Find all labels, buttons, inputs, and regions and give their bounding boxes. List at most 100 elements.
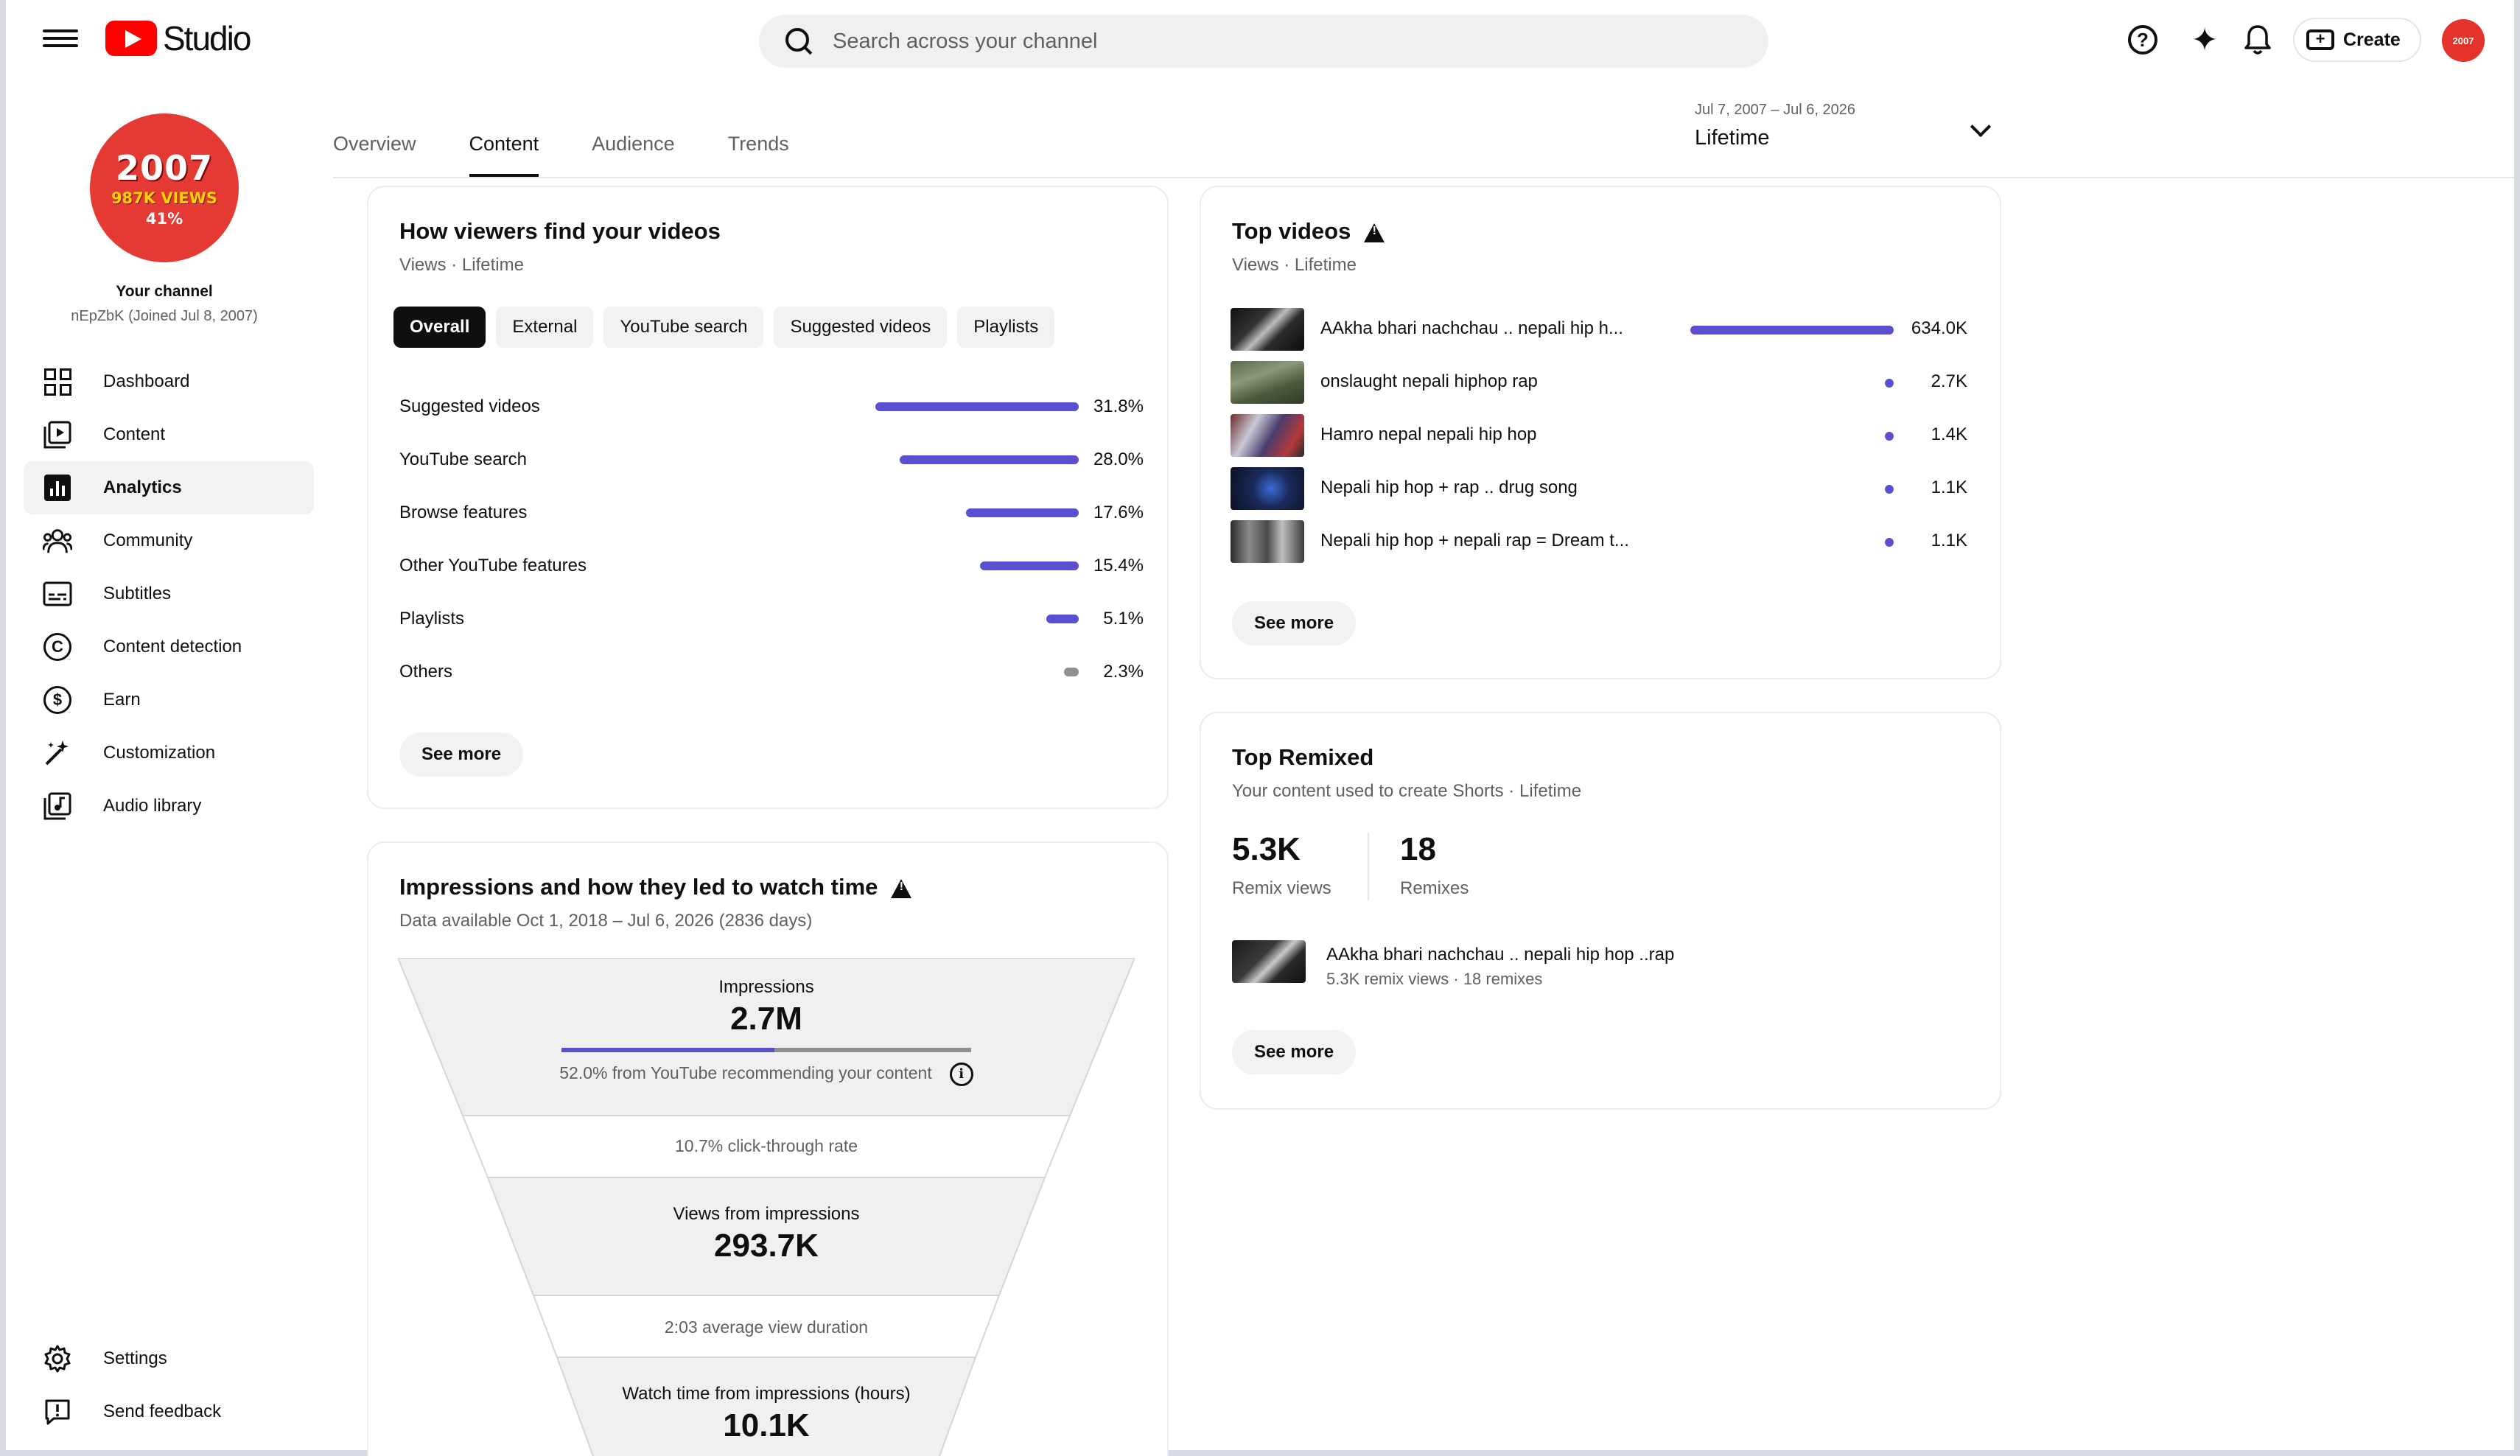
- sidebar-bottom-nav: Settings Send feedback: [24, 1332, 314, 1438]
- traffic-source-bar: [966, 508, 1079, 517]
- card-subtitle: Views · Lifetime: [399, 255, 524, 275]
- account-avatar[interactable]: 2007: [2442, 19, 2485, 62]
- top-video-row[interactable]: Hamro nepal nepali hip hop 1.4K: [1231, 414, 1967, 458]
- feedback-icon: [43, 1397, 72, 1427]
- traffic-source-value: 15.4%: [1093, 556, 1144, 575]
- analytics-icon: [43, 473, 72, 503]
- recommend-text-row: 52.0% from YouTube recommending your con…: [398, 1063, 1135, 1086]
- see-more-button[interactable]: See more: [1232, 1030, 1357, 1074]
- window-frame-left: [0, 0, 6, 1456]
- sidebar-item-customization[interactable]: Customization: [24, 727, 314, 780]
- video-title: onslaught nepali hiphop rap: [1320, 371, 1538, 391]
- tabs-divider: [333, 177, 2514, 178]
- sidebar-item-dashboard[interactable]: Dashboard: [24, 355, 314, 408]
- video-views-bar: [1885, 432, 1894, 441]
- remixes-label: Remixes: [1400, 878, 1469, 898]
- sidebar-item-content-detection[interactable]: C Content detection: [24, 620, 314, 673]
- top-video-row[interactable]: Nepali hip hop + rap .. drug song 1.1K: [1231, 467, 1967, 511]
- video-views-value: 1.4K: [1931, 424, 1967, 444]
- sidebar-item-earn[interactable]: $ Earn: [24, 673, 314, 727]
- sidebar: 2007 987K VIEWS 41% Your channel nEpZbK …: [6, 81, 323, 1450]
- sidebar-item-label: Customization: [103, 743, 216, 763]
- tab-audience[interactable]: Audience: [592, 118, 675, 177]
- remixed-video-meta: 5.3K remix views · 18 remixes: [1326, 970, 1543, 988]
- logo-text: Studio: [163, 19, 251, 57]
- tab-content[interactable]: Content: [469, 118, 539, 177]
- sidebar-item-label: Settings: [103, 1348, 167, 1368]
- date-range-picker[interactable]: Jul 7, 2007 – Jul 6, 2026 Lifetime: [1695, 102, 1997, 161]
- audio-library-icon: [43, 791, 72, 821]
- sidebar-item-analytics[interactable]: Analytics: [24, 461, 314, 514]
- video-thumbnail: [1231, 361, 1304, 404]
- watch-time-value: 10.1K: [723, 1407, 810, 1443]
- search-input[interactable]: [833, 29, 1717, 54]
- see-more-button[interactable]: See more: [399, 732, 524, 777]
- top-video-row[interactable]: onslaught nepali hiphop rap 2.7K: [1231, 361, 1967, 405]
- sidebar-item-community[interactable]: Community: [24, 514, 314, 567]
- sidebar-item-send-feedback[interactable]: Send feedback: [24, 1385, 314, 1438]
- traffic-source-value: 5.1%: [1103, 609, 1144, 629]
- sidebar-item-settings[interactable]: Settings: [24, 1332, 314, 1385]
- create-button[interactable]: + Create: [2293, 18, 2421, 62]
- tab-overview[interactable]: Overview: [333, 118, 416, 177]
- bell-icon[interactable]: [2240, 22, 2275, 57]
- top-video-row[interactable]: Nepali hip hop + nepali rap = Dream t...…: [1231, 520, 1967, 564]
- warning-icon[interactable]: [891, 878, 912, 898]
- studio-logo[interactable]: Studio: [105, 19, 251, 57]
- youtube-play-icon: [105, 21, 157, 56]
- traffic-source-label: Playlists: [399, 609, 465, 629]
- video-views-bar: [1885, 379, 1894, 388]
- channel-avatar[interactable]: 2007 987K VIEWS 41%: [90, 113, 239, 262]
- warning-icon[interactable]: [1364, 223, 1385, 242]
- sidebar-item-label: Content: [103, 424, 166, 444]
- sparkle-icon[interactable]: ✦: [2187, 22, 2222, 58]
- search-bar[interactable]: [759, 15, 1768, 68]
- search-icon[interactable]: [784, 27, 813, 56]
- chip-overall[interactable]: Overall: [393, 307, 486, 348]
- traffic-source-bar: [900, 455, 1079, 464]
- remixes-value: 18: [1400, 831, 1436, 867]
- see-more-button[interactable]: See more: [1232, 601, 1357, 645]
- impressions-label: Impressions: [718, 977, 814, 997]
- sidebar-item-audio-library[interactable]: Audio library: [24, 780, 314, 833]
- video-views-bar: [1690, 326, 1894, 335]
- video-views-value: 1.1K: [1931, 477, 1967, 497]
- create-label: Create: [2343, 29, 2401, 50]
- impressions-value: 2.7M: [730, 1001, 802, 1037]
- top-video-row[interactable]: AAkha bhari nachchau .. nepali hip h... 6…: [1231, 308, 1967, 352]
- remixed-video-row[interactable]: AAkha bhari nachchau .. nepali hip hop .…: [1232, 940, 1895, 988]
- chip-external[interactable]: External: [496, 307, 594, 348]
- help-icon[interactable]: ?: [2125, 22, 2160, 57]
- tab-trends[interactable]: Trends: [728, 118, 789, 177]
- sidebar-item-subtitles[interactable]: Subtitles: [24, 567, 314, 620]
- sidebar-item-content[interactable]: Content: [24, 408, 314, 461]
- traffic-source-row[interactable]: Suggested videos 31.8%: [399, 393, 1144, 423]
- chip-playlists[interactable]: Playlists: [957, 307, 1055, 348]
- top-header: Studio ? ✦ + Create 2007: [6, 0, 2514, 81]
- traffic-source-value: 31.8%: [1093, 396, 1144, 416]
- traffic-source-bar: [1064, 668, 1079, 676]
- traffic-source-row[interactable]: YouTube search 28.0%: [399, 447, 1144, 476]
- card-subtitle: Data available Oct 1, 2018 – Jul 6, 2026…: [399, 911, 813, 931]
- traffic-source-value: 2.3%: [1103, 662, 1144, 682]
- menu-icon[interactable]: [43, 25, 78, 55]
- impressions-card: Impressions and how they led to watch ti…: [367, 841, 1169, 1456]
- sidebar-item-label: Analytics: [103, 477, 182, 497]
- chip-youtube-search[interactable]: YouTube search: [603, 307, 764, 348]
- info-icon[interactable]: i: [949, 1063, 973, 1086]
- traffic-sources-card: How viewers find your videos Views · Lif…: [367, 186, 1169, 809]
- traffic-source-row[interactable]: Browse features 17.6%: [399, 500, 1144, 529]
- traffic-source-row[interactable]: Other YouTube features 15.4%: [399, 553, 1144, 582]
- your-channel-label[interactable]: Your channel: [6, 283, 323, 301]
- video-title: Nepali hip hop + nepali rap = Dream t...: [1320, 531, 1629, 550]
- traffic-source-label: Other YouTube features: [399, 556, 587, 575]
- traffic-source-row[interactable]: Others 2.3%: [399, 659, 1144, 688]
- sidebar-nav: Dashboard Content Analytics Community Su…: [24, 355, 314, 833]
- sidebar-item-label: Send feedback: [103, 1401, 222, 1421]
- traffic-source-label: Others: [399, 662, 453, 682]
- chip-suggested-videos[interactable]: Suggested videos: [774, 307, 948, 348]
- remixed-video-title: AAkha bhari nachchau .. nepali hip hop .…: [1326, 945, 1675, 965]
- traffic-source-value: 17.6%: [1093, 503, 1144, 522]
- video-views-bar: [1885, 485, 1894, 494]
- traffic-source-row[interactable]: Playlists 5.1%: [399, 606, 1144, 635]
